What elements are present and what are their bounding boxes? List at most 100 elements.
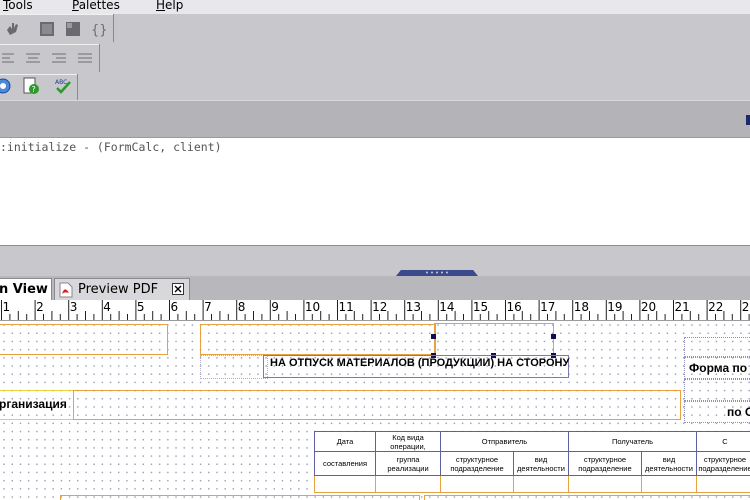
- close-tab-icon[interactable]: [172, 283, 184, 295]
- ruler-number: 10: [304, 300, 321, 314]
- ruler-number: 18: [573, 300, 589, 314]
- script-object-icon[interactable]: {}: [90, 20, 108, 38]
- hand-tool-icon[interactable]: [4, 20, 22, 38]
- organization-field[interactable]: [73, 390, 681, 420]
- table-cell[interactable]: [314, 475, 376, 493]
- menu-tools[interactable]: Tools: [3, 0, 33, 12]
- pdf-icon: [59, 282, 73, 298]
- toolbar-separator: [0, 44, 100, 45]
- ruler-number: 16: [506, 300, 522, 314]
- palette-edge-marker: [746, 115, 750, 125]
- ruler-number: 3: [69, 300, 78, 314]
- resize-handle[interactable]: [431, 334, 436, 339]
- design-canvas[interactable]: НА ОТПУСК МАТЕРИАЛОВ (ПРОДУКЦИИ) НА СТОР…: [0, 321, 750, 500]
- palette-band: [0, 100, 750, 138]
- table-cell[interactable]: [375, 475, 441, 493]
- table-header-sender: Отправитель: [440, 431, 569, 452]
- script-event-line: :initialize - (FormCalc, client): [0, 140, 222, 154]
- table-header-receiver: Получатель: [567, 431, 698, 452]
- table-header-date: Дата: [314, 431, 376, 452]
- table-sub-date: составления: [314, 451, 376, 476]
- toolbar-separator: [0, 14, 114, 15]
- table-cell[interactable]: [512, 475, 569, 493]
- ruler-number: 21: [674, 300, 690, 314]
- script-editor[interactable]: :initialize - (FormCalc, client): [0, 137, 750, 246]
- splitter-bar[interactable]: [0, 245, 750, 276]
- organization-label-box[interactable]: рганизация: [0, 390, 74, 420]
- tab-design-label: n View: [0, 282, 48, 297]
- ruler-number: 5: [136, 300, 145, 314]
- table-cell[interactable]: [567, 475, 642, 493]
- po-label: по О: [727, 405, 750, 419]
- table-cell[interactable]: [640, 475, 698, 493]
- svg-text:ABC: ABC: [55, 79, 67, 86]
- ruler-number: 6: [170, 300, 179, 314]
- ruler-number: 12: [372, 300, 388, 314]
- ruler-number: 4: [103, 300, 111, 314]
- table-sub-receiver-activity: вид деятельности: [640, 451, 698, 476]
- tab-preview-pdf[interactable]: Preview PDF: [54, 278, 190, 301]
- ruler-number: 19: [607, 300, 623, 314]
- ruler-number: 13: [405, 300, 421, 314]
- data-table: Дата Код вида операции, Отправитель Полу…: [314, 431, 750, 493]
- form-title: НА ОТПУСК МАТЕРИАЛОВ (ПРОДУКЦИИ) НА СТОР…: [270, 357, 570, 369]
- toolbar-separator: [77, 74, 78, 100]
- toolbar-separator: [113, 14, 114, 42]
- ruler-number: 8: [237, 300, 246, 314]
- text-field-box[interactable]: [0, 324, 168, 355]
- horizontal-ruler: 1234567891011121314151617181920212223: [0, 300, 750, 321]
- table-cell[interactable]: [440, 475, 514, 493]
- object-frame-icon[interactable]: [38, 20, 56, 38]
- menu-help[interactable]: Help: [156, 0, 183, 12]
- align-center-icon[interactable]: [24, 50, 42, 68]
- table-sub-extra-dept: структурное подразделение: [696, 451, 750, 476]
- ruler-number: 7: [204, 300, 212, 314]
- ruler-number: 1: [2, 300, 11, 314]
- form-title-box[interactable]: НА ОТПУСК МАТЕРИАЛОВ (ПРОДУКЦИИ) НА СТОР…: [263, 355, 569, 378]
- toolbar-area: {} ? ABC: [0, 14, 750, 100]
- toolbar-separator: [99, 44, 100, 72]
- forma-label: Форма по О: [689, 361, 750, 375]
- align-right-icon[interactable]: [50, 50, 68, 68]
- ruler-number: 17: [540, 300, 556, 314]
- ruler-number: 15: [472, 300, 489, 314]
- text-field-box[interactable]: [60, 495, 420, 500]
- tab-bar: n View Preview PDF: [0, 276, 750, 301]
- table-sub-code: группа реализации: [375, 451, 441, 476]
- grip-dots-icon: [426, 271, 448, 274]
- table-cell[interactable]: [696, 475, 750, 493]
- subform-icon[interactable]: [64, 20, 82, 38]
- zoom-icon[interactable]: [0, 77, 12, 95]
- svg-text:{}: {}: [91, 23, 108, 38]
- selected-field-box[interactable]: [434, 323, 554, 356]
- ruler-number: 20: [640, 300, 657, 314]
- ruler-number: 11: [338, 300, 354, 314]
- svg-text:?: ?: [32, 85, 36, 94]
- ruler-number: 14: [439, 300, 455, 314]
- forma-box[interactable]: Форма по О: [684, 357, 750, 379]
- tab-preview-label: Preview PDF: [78, 282, 159, 297]
- table-header-code: Код вида операции,: [375, 431, 441, 452]
- align-left-icon[interactable]: [0, 50, 18, 68]
- guide-box: [684, 379, 750, 401]
- ruler-number: 23: [741, 300, 750, 314]
- tab-design-view[interactable]: n View: [0, 278, 52, 301]
- toolbar-separator: [0, 74, 78, 75]
- guide-box: [684, 337, 750, 357]
- table-sub-sender-activity: вид деятельности: [512, 451, 569, 476]
- justify-icon[interactable]: [76, 50, 94, 68]
- ruler-number: 9: [271, 300, 279, 314]
- resize-handle[interactable]: [551, 334, 556, 339]
- table-sub-receiver-dept: структурное подразделение: [567, 451, 642, 476]
- ruler-number: 2: [36, 300, 44, 314]
- po-box[interactable]: по О: [684, 401, 750, 423]
- text-field-box[interactable]: [424, 495, 750, 500]
- text-field-box[interactable]: [200, 324, 436, 355]
- check-script-icon[interactable]: ?: [22, 77, 40, 95]
- spell-check-icon[interactable]: ABC: [54, 77, 72, 95]
- guide-box: [200, 355, 268, 379]
- menu-palettes[interactable]: Palettes: [72, 0, 120, 12]
- table-sub-sender-dept: структурное подразделение: [440, 451, 514, 476]
- organization-label: рганизация: [0, 397, 67, 411]
- ruler-number: 22: [708, 300, 724, 314]
